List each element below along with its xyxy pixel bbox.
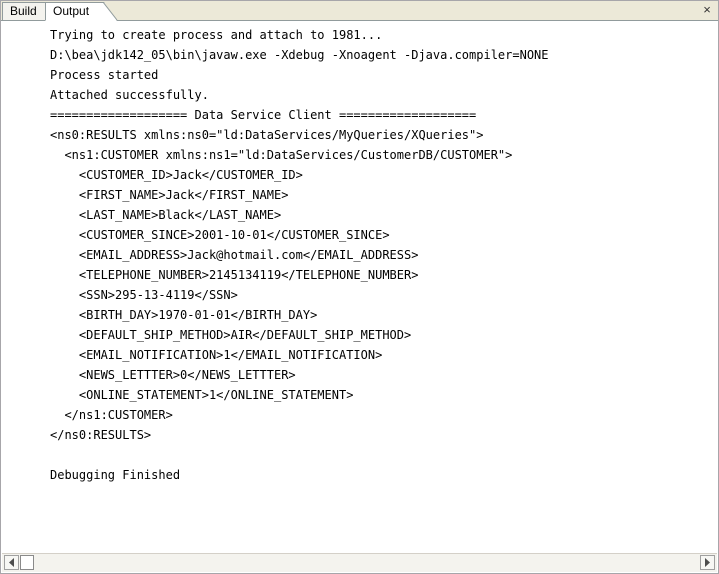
output-line: D:\bea\jdk142_05\bin\javaw.exe -Xdebug -… bbox=[50, 48, 549, 62]
output-line: <ns1:CUSTOMER xmlns:ns1="ld:DataServices… bbox=[50, 148, 513, 162]
output-line: <DEFAULT_SHIP_METHOD>AIR</DEFAULT_SHIP_M… bbox=[50, 328, 412, 342]
scroll-right-button[interactable] bbox=[700, 555, 715, 570]
scroll-right-arrow-icon bbox=[705, 558, 710, 567]
output-line: </ns0:RESULTS> bbox=[50, 428, 152, 442]
tab-build[interactable]: Build bbox=[2, 2, 48, 20]
output-line: </ns1:CUSTOMER> bbox=[50, 408, 173, 422]
output-line: =================== Data Service Client … bbox=[50, 108, 477, 122]
output-line: <LAST_NAME>Black</LAST_NAME> bbox=[50, 208, 282, 222]
scroll-left-arrow-icon bbox=[9, 558, 14, 567]
output-panel: Build Output × Trying to create process … bbox=[0, 0, 719, 574]
output-line: <BIRTH_DAY>1970-01-01</BIRTH_DAY> bbox=[50, 308, 318, 322]
tab-output-label: Output bbox=[53, 4, 90, 18]
output-line: Process started bbox=[50, 68, 159, 82]
scroll-thumb[interactable] bbox=[20, 555, 34, 570]
output-line: <NEWS_LETTTER>0</NEWS_LETTTER> bbox=[50, 368, 296, 382]
close-panel-button[interactable]: × bbox=[700, 3, 714, 17]
output-line: <ONLINE_STATEMENT>1</ONLINE_STATEMENT> bbox=[50, 388, 354, 402]
output-line: <FIRST_NAME>Jack</FIRST_NAME> bbox=[50, 188, 289, 202]
horizontal-scrollbar[interactable] bbox=[2, 553, 717, 572]
output-line: Attached successfully. bbox=[50, 88, 209, 102]
output-line: <CUSTOMER_SINCE>2001-10-01</CUSTOMER_SIN… bbox=[50, 228, 390, 242]
output-line: <EMAIL_ADDRESS>Jack@hotmail.com</EMAIL_A… bbox=[50, 248, 419, 262]
tab-output-slant-edge bbox=[103, 2, 118, 20]
tab-build-label: Build bbox=[10, 4, 37, 18]
output-line: Trying to create process and attach to 1… bbox=[50, 28, 383, 42]
tab-bar: Build Output × bbox=[1, 1, 718, 21]
output-line: Debugging Finished bbox=[50, 468, 181, 482]
output-line: <SSN>295-13-4119</SSN> bbox=[50, 288, 238, 302]
output-line: <ns0:RESULTS xmlns:ns0="ld:DataServices/… bbox=[50, 128, 484, 142]
close-icon: × bbox=[703, 2, 711, 17]
output-line: <CUSTOMER_ID>Jack</CUSTOMER_ID> bbox=[50, 168, 303, 182]
scroll-left-button[interactable] bbox=[4, 555, 19, 570]
output-line: <EMAIL_NOTIFICATION>1</EMAIL_NOTIFICATIO… bbox=[50, 348, 383, 362]
output-text-area[interactable]: Trying to create process and attach to 1… bbox=[2, 21, 717, 553]
output-line: <TELEPHONE_NUMBER>2145134119</TELEPHONE_… bbox=[50, 268, 419, 282]
